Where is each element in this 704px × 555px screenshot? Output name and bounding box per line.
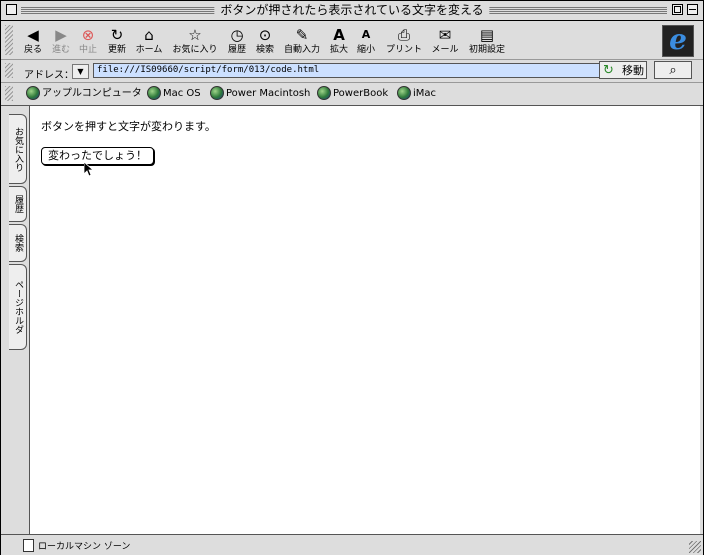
tab-search[interactable]: 検索 xyxy=(9,224,27,262)
explorer-side-tabs: お気に入り 履歴 検索 ページホルダ xyxy=(1,106,29,534)
address-label: アドレス： xyxy=(24,70,74,81)
stop-button[interactable]: ⊗ 中止 xyxy=(76,25,100,56)
close-box[interactable] xyxy=(6,4,17,15)
print-button[interactable]: ⎙ プリント xyxy=(384,25,424,56)
go-button-label: 移動 xyxy=(622,64,644,77)
favorite-item-apple[interactable]: アップルコンピュータ xyxy=(26,86,142,102)
globe-icon xyxy=(317,86,331,100)
home-button[interactable]: ⌂ ホーム xyxy=(133,25,165,56)
collapse-box[interactable] xyxy=(687,4,698,15)
favorite-item-powerbook[interactable]: PowerBook xyxy=(317,86,388,102)
search-icon: ⊙ xyxy=(258,26,272,44)
page-content: ボタンを押すと文字が変わります。 変わったでしょう！ xyxy=(29,106,700,534)
go-arrow-icon: ↻ xyxy=(603,63,614,78)
preferences-icon: ▤ xyxy=(479,26,495,44)
address-input[interactable]: file:///IS09660/script/form/013/code.htm… xyxy=(93,63,603,78)
favorite-item-imac[interactable]: iMac xyxy=(397,86,436,102)
favorite-item-macos[interactable]: Mac OS xyxy=(147,86,201,102)
search-menu-button[interactable]: ⌕ xyxy=(654,61,692,79)
title-bar[interactable]: ボタンが押されたら表示されている文字を変える xyxy=(1,1,703,21)
mouse-pointer-icon xyxy=(84,162,94,177)
forward-button[interactable]: ▶ 進む xyxy=(49,25,73,56)
back-arrow-icon: ◀ xyxy=(27,26,39,44)
refresh-button[interactable]: ↻ 更新 xyxy=(104,25,130,56)
window-title: ボタンが押されたら表示されている文字を変える xyxy=(214,3,490,18)
favorite-item-power-macintosh[interactable]: Power Macintosh xyxy=(210,86,310,102)
enlarge-text-icon: A xyxy=(333,26,345,44)
address-bar-grip[interactable] xyxy=(5,63,13,78)
browser-window: ボタンが押されたら表示されている文字を変える ◀ 戻る ▶ 進む ⊗ 中止 ↻ … xyxy=(0,0,704,555)
toolbar-grip[interactable] xyxy=(5,25,13,55)
change-text-button[interactable]: 変わったでしょう！ xyxy=(41,147,154,165)
shrink-text-icon: A xyxy=(361,28,371,41)
status-text: ローカルマシン ゾーン xyxy=(38,542,131,552)
preferences-button[interactable]: ▤ 初期設定 xyxy=(466,25,508,56)
address-dropdown[interactable]: ▼ xyxy=(72,64,89,79)
globe-icon xyxy=(210,86,224,100)
address-bar: アドレス： ▼ file:///IS09660/script/form/013/… xyxy=(1,60,703,83)
globe-icon xyxy=(147,86,161,100)
home-icon: ⌂ xyxy=(144,26,154,44)
resize-handle[interactable] xyxy=(689,541,701,553)
tab-page-holder[interactable]: ページホルダ xyxy=(9,264,27,350)
globe-icon xyxy=(26,86,40,100)
document-icon xyxy=(23,539,34,552)
autofill-icon: ✎ xyxy=(295,26,309,44)
toolbar: ◀ 戻る ▶ 進む ⊗ 中止 ↻ 更新 ⌂ ホーム ☆ お気に入り ◷ 履歴 ⊙ xyxy=(1,21,703,60)
tab-favorites[interactable]: お気に入り xyxy=(9,114,27,184)
favorites-bar-grip[interactable] xyxy=(5,86,13,101)
mail-icon: ✉ xyxy=(438,26,452,44)
print-icon: ⎙ xyxy=(397,26,410,44)
search-button[interactable]: ⊙ 検索 xyxy=(253,25,277,56)
stop-icon: ⊗ xyxy=(81,26,95,44)
autofill-button[interactable]: ✎ 自動入力 xyxy=(281,25,323,56)
history-icon: ◷ xyxy=(230,26,244,44)
go-button[interactable]: ↻ 移動 xyxy=(599,61,647,79)
chevron-down-icon: ▼ xyxy=(77,67,84,76)
history-button[interactable]: ◷ 履歴 xyxy=(225,25,249,56)
status-bar: ローカルマシン ゾーン xyxy=(1,534,703,555)
zoom-box[interactable] xyxy=(672,4,683,15)
forward-arrow-icon: ▶ xyxy=(55,26,67,44)
ie-logo-icon[interactable]: e xyxy=(662,25,694,57)
mail-button[interactable]: ✉ メール xyxy=(429,25,461,56)
favorites-button[interactable]: ☆ お気に入り xyxy=(170,25,220,56)
globe-icon xyxy=(397,86,411,100)
instruction-text: ボタンを押すと文字が変わります。 xyxy=(41,120,216,133)
favorites-bar: アップルコンピュータ Mac OS Power Macintosh PowerB… xyxy=(1,83,703,106)
enlarge-text-button[interactable]: A 拡大 xyxy=(327,25,351,56)
refresh-icon: ↻ xyxy=(110,26,124,44)
magnifier-icon: ⌕ xyxy=(669,63,677,78)
favorites-icon: ☆ xyxy=(188,26,202,44)
shrink-text-button[interactable]: A 縮小 xyxy=(354,25,378,56)
back-button[interactable]: ◀ 戻る xyxy=(21,25,45,56)
tab-history[interactable]: 履歴 xyxy=(9,186,27,222)
